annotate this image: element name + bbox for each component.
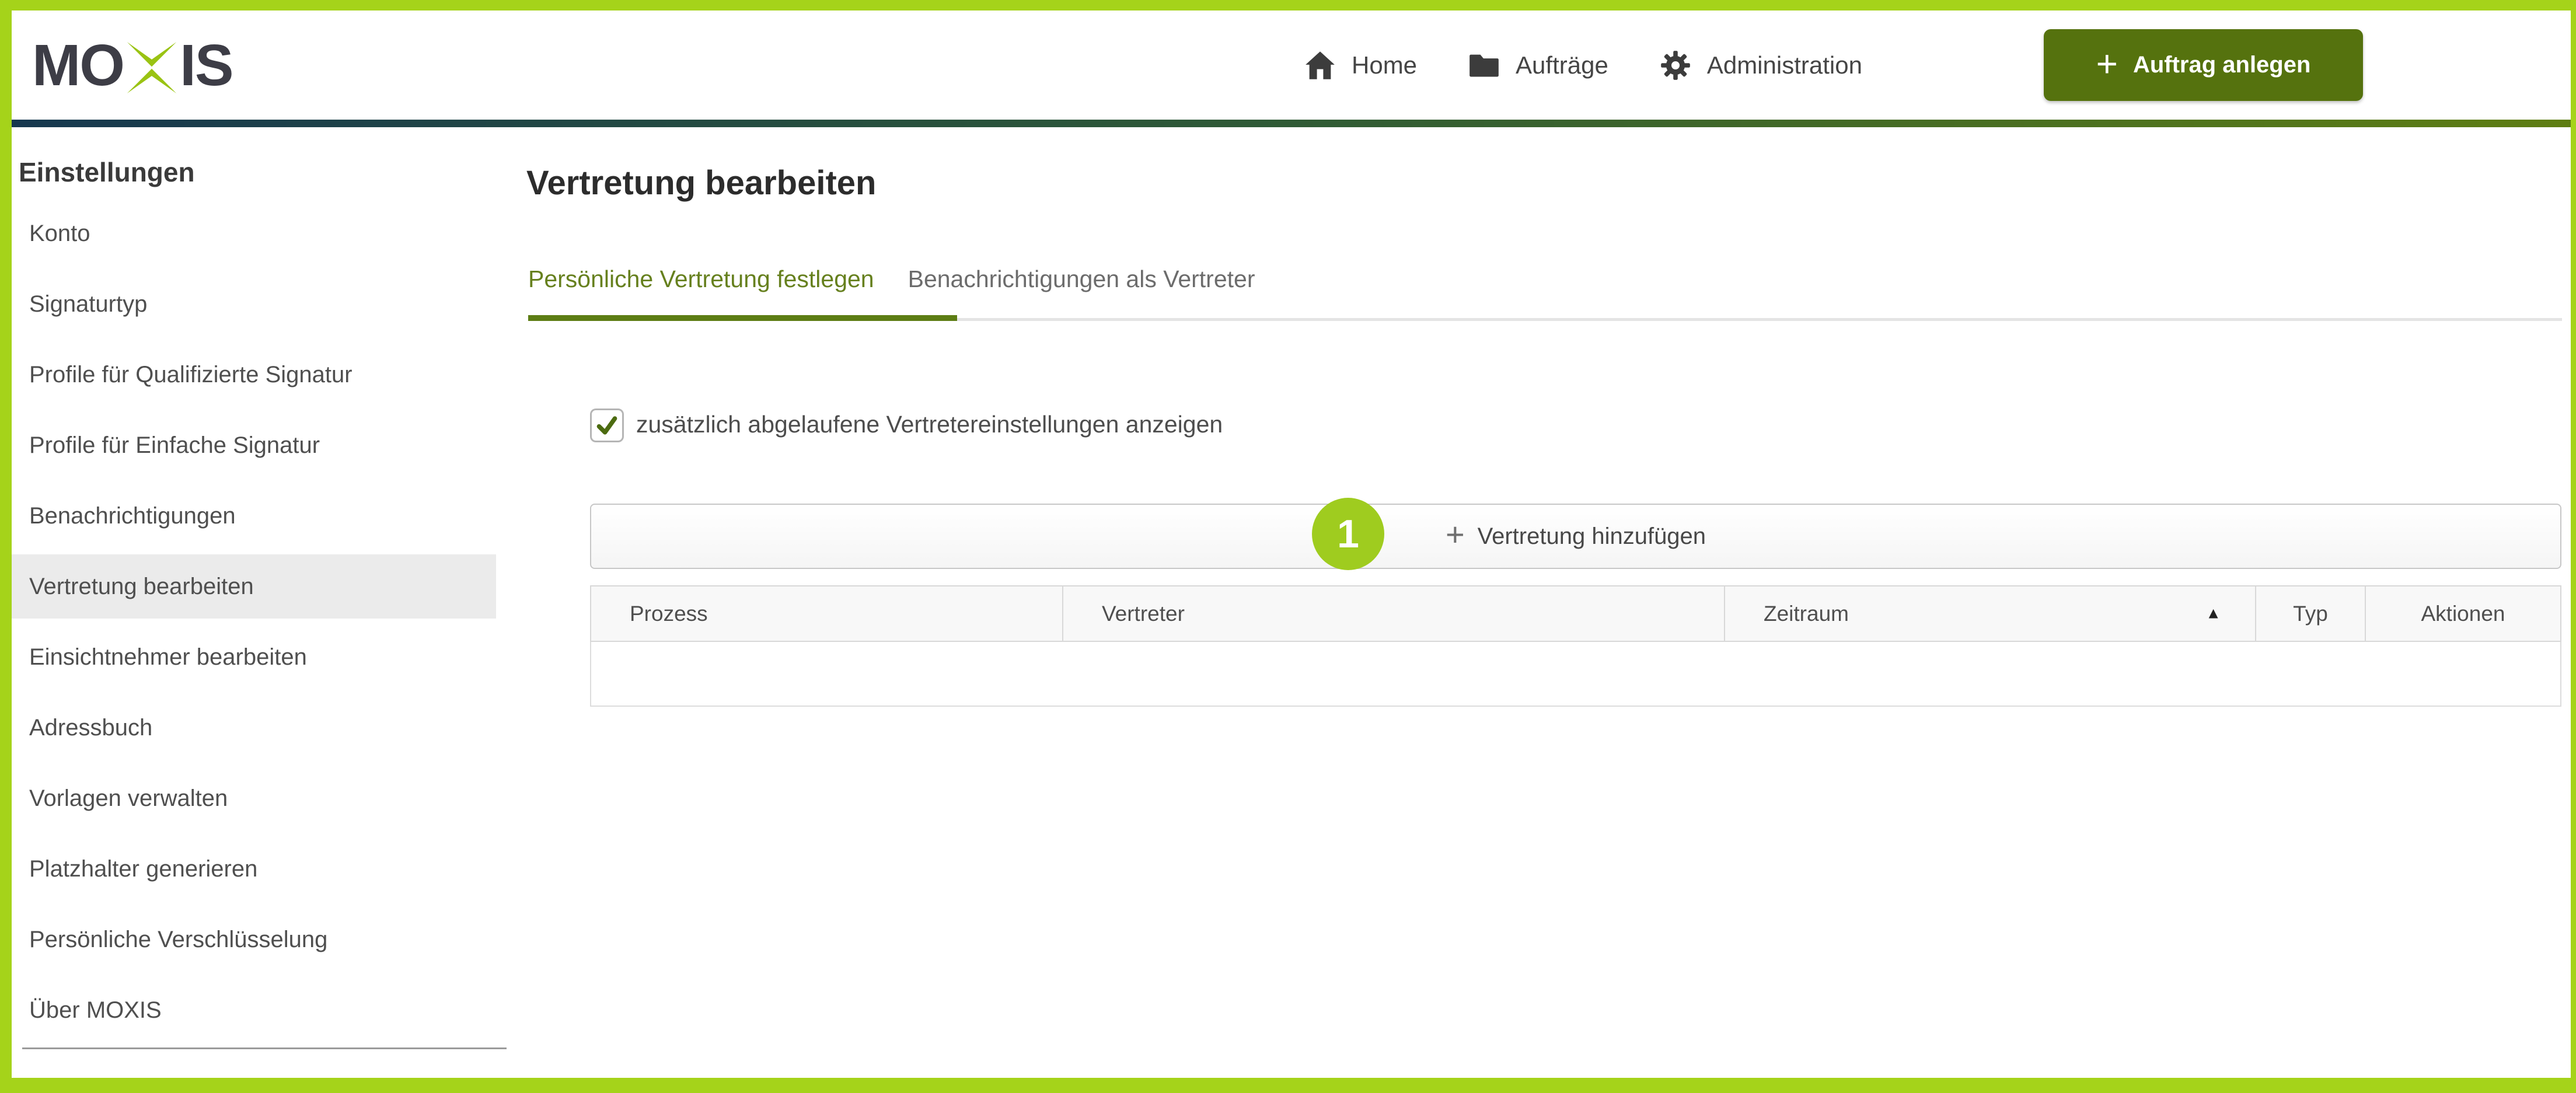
column-header-zeitraum[interactable]: Zeitraum ▲ [1725, 586, 2256, 641]
sidebar-item-profile-qualifizierte-signatur[interactable]: Profile für Qualifizierte Signatur [12, 343, 496, 407]
tab-underline-track [957, 318, 2562, 321]
plus-icon: + [2096, 45, 2118, 82]
sidebar-heading: Einstellungen [19, 156, 195, 188]
sidebar-item-platzhalter-generieren[interactable]: Platzhalter generieren [12, 837, 496, 901]
column-label-zeitraum: Zeitraum [1764, 602, 1849, 626]
tab-benachrichtigungen-als-vertreter[interactable]: Benachrichtigungen als Vertreter [908, 266, 1255, 293]
sidebar-item-ueber-moxis[interactable]: Über MOXIS [12, 978, 496, 1042]
folder-icon [1468, 50, 1500, 81]
active-tab-underline [528, 315, 957, 321]
header-gradient-divider [12, 120, 2571, 127]
show-expired-checkbox[interactable] [590, 408, 624, 442]
sidebar-item-konto[interactable]: Konto [12, 201, 496, 266]
show-expired-checkbox-label[interactable]: zusätzlich abgelaufene Vertretereinstell… [636, 411, 1223, 438]
table-empty-row [590, 642, 2561, 707]
sidebar-item-vorlagen-verwalten[interactable]: Vorlagen verwalten [12, 766, 496, 830]
nav-item-administration[interactable]: Administration [1660, 50, 1862, 81]
sidebar-item-benachrichtigungen[interactable]: Benachrichtigungen [12, 484, 496, 548]
nav-label-administration: Administration [1707, 51, 1862, 79]
sidebar-item-vertretung-bearbeiten[interactable]: Vertretung bearbeiten [12, 554, 496, 619]
top-navigation: Home Aufträge [1304, 11, 1914, 120]
plus-icon: + [1446, 518, 1465, 551]
annotation-badge-1: 1 [1312, 498, 1384, 570]
nav-item-auftraege[interactable]: Aufträge [1468, 50, 1608, 81]
add-button-label: Vertretung hinzufügen [1478, 523, 1706, 550]
table-header-row: Prozess Vertreter Zeitraum ▲ Typ Aktione… [590, 585, 2561, 642]
vertretung-hinzufuegen-button[interactable]: + Vertretung hinzufügen [590, 504, 2561, 569]
logo-text-mo: MO [32, 32, 124, 99]
sidebar-item-profile-einfache-signatur[interactable]: Profile für Einfache Signatur [12, 413, 496, 477]
nav-label-auftraege: Aufträge [1516, 51, 1608, 79]
moxis-x-icon [126, 42, 177, 93]
page-title: Vertretung bearbeiten [526, 163, 876, 202]
nav-item-home[interactable]: Home [1304, 50, 1417, 81]
tab-bar: Persönliche Vertretung festlegen Benachr… [528, 266, 1255, 293]
sidebar-item-signaturtyp[interactable]: Signaturtyp [12, 272, 496, 336]
vertretungen-table: Prozess Vertreter Zeitraum ▲ Typ Aktione… [590, 585, 2561, 707]
gear-icon [1660, 50, 1691, 81]
auftrag-anlegen-button[interactable]: + Auftrag anlegen [2044, 29, 2363, 101]
column-header-aktionen[interactable]: Aktionen [2366, 586, 2560, 641]
column-header-vertreter[interactable]: Vertreter [1063, 586, 1725, 641]
logo-text-is: IS [180, 32, 232, 99]
column-header-typ[interactable]: Typ [2256, 586, 2366, 641]
sidebar-item-adressbuch[interactable]: Adressbuch [12, 696, 496, 760]
nav-label-home: Home [1352, 51, 1417, 79]
sidebar-item-persoenliche-verschluesselung[interactable]: Persönliche Verschlüsselung [12, 907, 496, 972]
sort-asc-icon[interactable]: ▲ [2205, 604, 2221, 622]
tab-persoenliche-vertretung-festlegen[interactable]: Persönliche Vertretung festlegen [528, 266, 874, 293]
moxis-logo[interactable]: MO IS [32, 23, 233, 108]
column-header-prozess[interactable]: Prozess [591, 586, 1063, 641]
moxis-app-window: MO IS Home Aufträge [0, 0, 2576, 1093]
check-icon [594, 413, 620, 438]
sidebar-item-einsichtnehmer-bearbeiten[interactable]: Einsichtnehmer bearbeiten [12, 625, 496, 689]
sidebar-bottom-divider [22, 1047, 507, 1049]
home-icon [1304, 50, 1336, 81]
cta-label: Auftrag anlegen [2133, 52, 2310, 78]
